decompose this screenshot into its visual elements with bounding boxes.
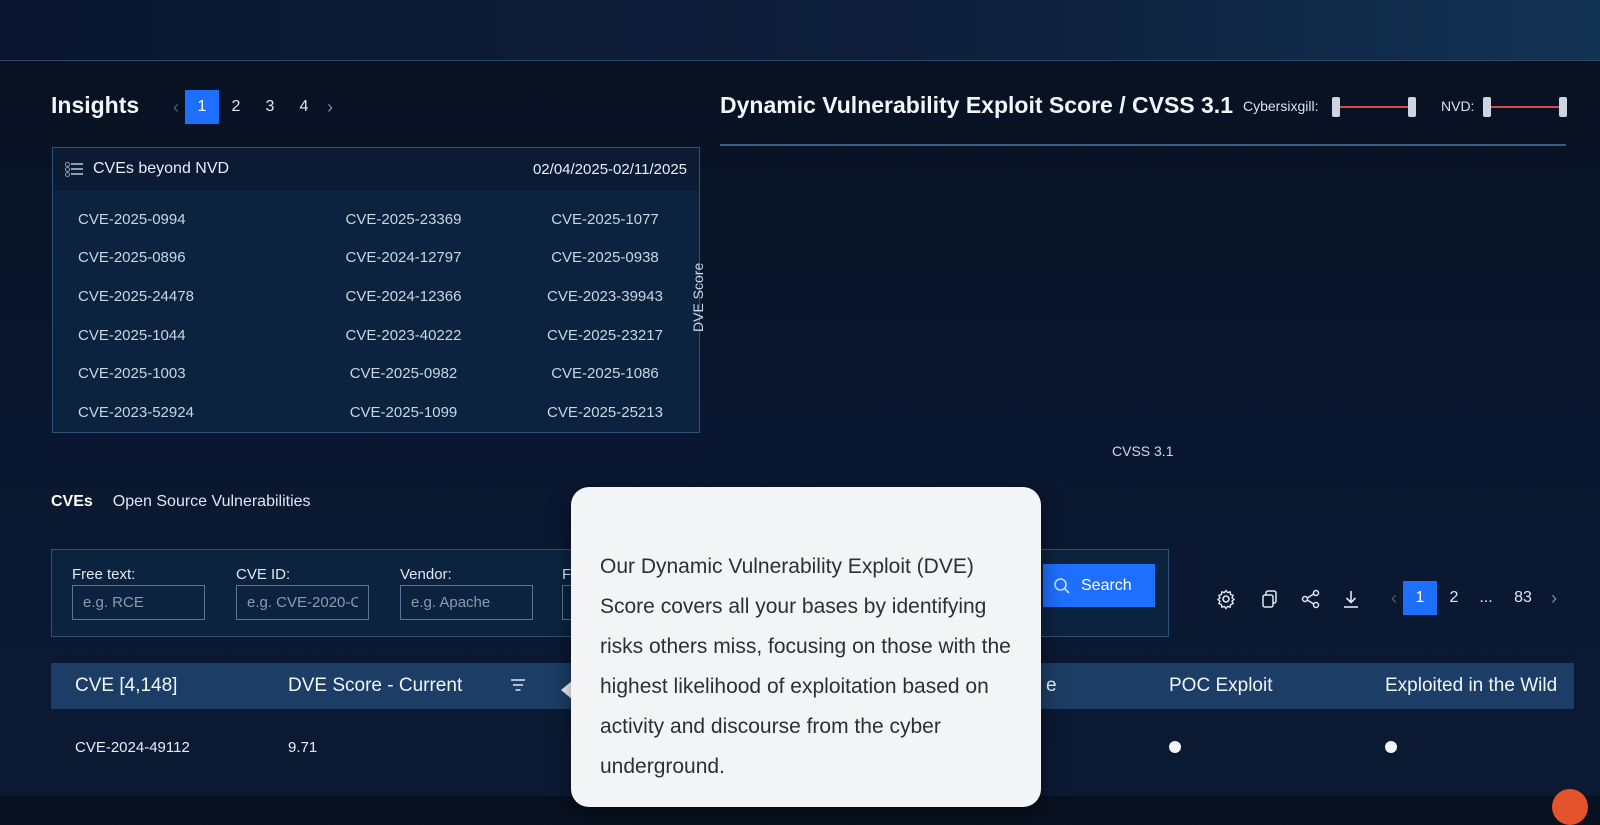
row-cve-id[interactable]: CVE-2024-49112 <box>75 739 190 756</box>
next-page-icon[interactable]: › <box>1545 581 1563 615</box>
cve-grid-row: CVE-2025-0994 CVE-2025-23369 CVE-2025-10… <box>53 200 699 239</box>
cve-id-input[interactable] <box>236 585 369 620</box>
chart-title: Dynamic Vulnerability Exploit Score / CV… <box>720 92 1233 118</box>
cves-beyond-nvd-card: CVEs beyond NVD 02/04/2025-02/11/2025 CV… <box>52 147 700 433</box>
insights-page-3[interactable]: 3 <box>253 90 287 124</box>
cve-link[interactable]: CVE-2025-1044 <box>53 327 296 344</box>
tab-cves[interactable]: CVEs <box>51 493 93 511</box>
next-page-icon[interactable]: › <box>321 90 339 124</box>
slider-track <box>1489 106 1561 108</box>
cve-link[interactable]: CVE-2023-39943 <box>511 288 699 305</box>
cve-link[interactable]: CVE-2025-1099 <box>296 404 511 421</box>
column-header-dve-score[interactable]: DVE Score - Current <box>288 675 462 697</box>
cve-link[interactable]: CVE-2025-0938 <box>511 249 699 266</box>
cve-grid-row: CVE-2025-1003 CVE-2025-0982 CVE-2025-108… <box>53 354 699 393</box>
sort-icon[interactable] <box>509 676 527 694</box>
poc-exploit-indicator <box>1169 741 1181 753</box>
insights-title: Insights <box>51 92 140 118</box>
insights-page-4[interactable]: 4 <box>287 90 321 124</box>
cve-grid-row: CVE-2023-52924 CVE-2025-1099 CVE-2025-25… <box>53 393 699 432</box>
nvd-range-slider[interactable] <box>1483 97 1567 117</box>
search-icon <box>1054 577 1070 594</box>
cve-link[interactable]: CVE-2024-12797 <box>296 249 511 266</box>
cve-grid-row: CVE-2025-24478 CVE-2024-12366 CVE-2023-3… <box>53 277 699 316</box>
share-icon[interactable] <box>1300 588 1322 610</box>
cve-grid-row: CVE-2025-0896 CVE-2024-12797 CVE-2025-09… <box>53 239 699 278</box>
x-axis-label: CVSS 3.1 <box>1112 443 1174 459</box>
cve-link[interactable]: CVE-2025-0982 <box>296 365 511 382</box>
download-icon[interactable] <box>1340 588 1362 610</box>
row-dve-score: 9.71 <box>288 739 318 756</box>
legend-nvd: NVD: <box>1441 98 1474 114</box>
search-button[interactable]: Search <box>1043 564 1155 607</box>
cve-link[interactable]: CVE-2025-25213 <box>511 404 699 421</box>
results-page-1[interactable]: 1 <box>1403 581 1437 615</box>
prev-page-icon[interactable]: ‹ <box>167 90 185 124</box>
cve-grid: CVE-2025-0994 CVE-2025-23369 CVE-2025-10… <box>53 200 699 432</box>
cve-link[interactable]: CVE-2025-24478 <box>53 288 296 305</box>
cve-id-label: CVE ID: <box>236 566 291 583</box>
dve-score-tooltip: Our Dynamic Vulnerability Exploit (DVE) … <box>571 487 1041 807</box>
pager-ellipsis: ... <box>1479 589 1493 606</box>
insights-page-2[interactable]: 2 <box>219 90 253 124</box>
insights-page-1[interactable]: 1 <box>185 90 219 124</box>
free-text-input[interactable] <box>72 585 205 620</box>
cve-link[interactable]: CVE-2025-1077 <box>511 211 699 228</box>
search-button-label: Search <box>1081 576 1132 594</box>
vulnerability-tabs: CVEs Open Source Vulnerabilities <box>51 493 311 511</box>
free-text-label: Free text: <box>72 566 136 583</box>
results-page-2[interactable]: 2 <box>1437 581 1471 615</box>
vendor-label: Vendor: <box>400 566 452 583</box>
top-header-band <box>0 0 1600 61</box>
cybersixgill-range-slider[interactable] <box>1332 97 1416 117</box>
cve-link[interactable]: CVE-2025-23369 <box>296 211 511 228</box>
cve-link[interactable]: CVE-2024-12366 <box>296 288 511 305</box>
prev-page-icon[interactable]: ‹ <box>1385 581 1403 615</box>
results-pager: ‹ 1 2 ... 83 › <box>1385 581 1563 615</box>
y-axis-label: DVE Score <box>690 262 706 332</box>
cve-link[interactable]: CVE-2023-40222 <box>296 327 511 344</box>
card-title: CVEs beyond NVD <box>93 160 230 177</box>
copy-icon[interactable] <box>1259 588 1281 610</box>
legend-nvd-label: NVD: <box>1441 98 1475 114</box>
cve-grid-row: CVE-2025-1044 CVE-2023-40222 CVE-2025-23… <box>53 316 699 355</box>
cve-link[interactable]: CVE-2023-52924 <box>53 404 296 421</box>
slider-max-handle[interactable] <box>1408 97 1416 117</box>
cve-link[interactable]: CVE-2025-1086 <box>511 365 699 382</box>
cve-link[interactable]: CVE-2025-0994 <box>53 211 296 228</box>
legend-cybersixgill-label: Cybersixgill: <box>1243 98 1319 114</box>
card-header: CVEs beyond NVD 02/04/2025-02/11/2025 <box>53 148 699 190</box>
list-icon <box>65 162 83 177</box>
card-date-range: 02/04/2025-02/11/2025 <box>532 160 687 178</box>
exploited-in-wild-indicator <box>1385 741 1397 753</box>
slider-min-handle[interactable] <box>1483 97 1491 117</box>
cve-link[interactable]: CVE-2025-23217 <box>511 327 699 344</box>
legend-cybersixgill: Cybersixgill: <box>1243 98 1318 114</box>
cve-link[interactable]: CVE-2025-0896 <box>53 249 296 266</box>
column-header-exploited-in-wild[interactable]: Exploited in the Wild <box>1385 675 1557 697</box>
slider-max-handle[interactable] <box>1559 97 1567 117</box>
slider-track <box>1338 106 1410 108</box>
chat-bubble-icon[interactable] <box>1552 789 1588 825</box>
column-header-partial[interactable]: e <box>1046 675 1057 697</box>
cve-link[interactable]: CVE-2025-1003 <box>53 365 296 382</box>
partial-filter-label: F <box>562 566 572 583</box>
tooltip-text: Our Dynamic Vulnerability Exploit (DVE) … <box>600 555 1011 778</box>
vendor-input[interactable] <box>400 585 533 620</box>
gear-icon[interactable] <box>1215 588 1237 610</box>
column-header-cve[interactable]: CVE [4,148] <box>75 675 177 697</box>
column-header-poc-exploit[interactable]: POC Exploit <box>1169 675 1272 697</box>
insights-pager: ‹ 1 2 3 4 › <box>167 90 339 124</box>
slider-min-handle[interactable] <box>1332 97 1340 117</box>
chart-divider <box>720 144 1566 146</box>
tab-open-source-vulnerabilities[interactable]: Open Source Vulnerabilities <box>113 493 311 511</box>
results-page-last[interactable]: 83 <box>1501 581 1545 615</box>
